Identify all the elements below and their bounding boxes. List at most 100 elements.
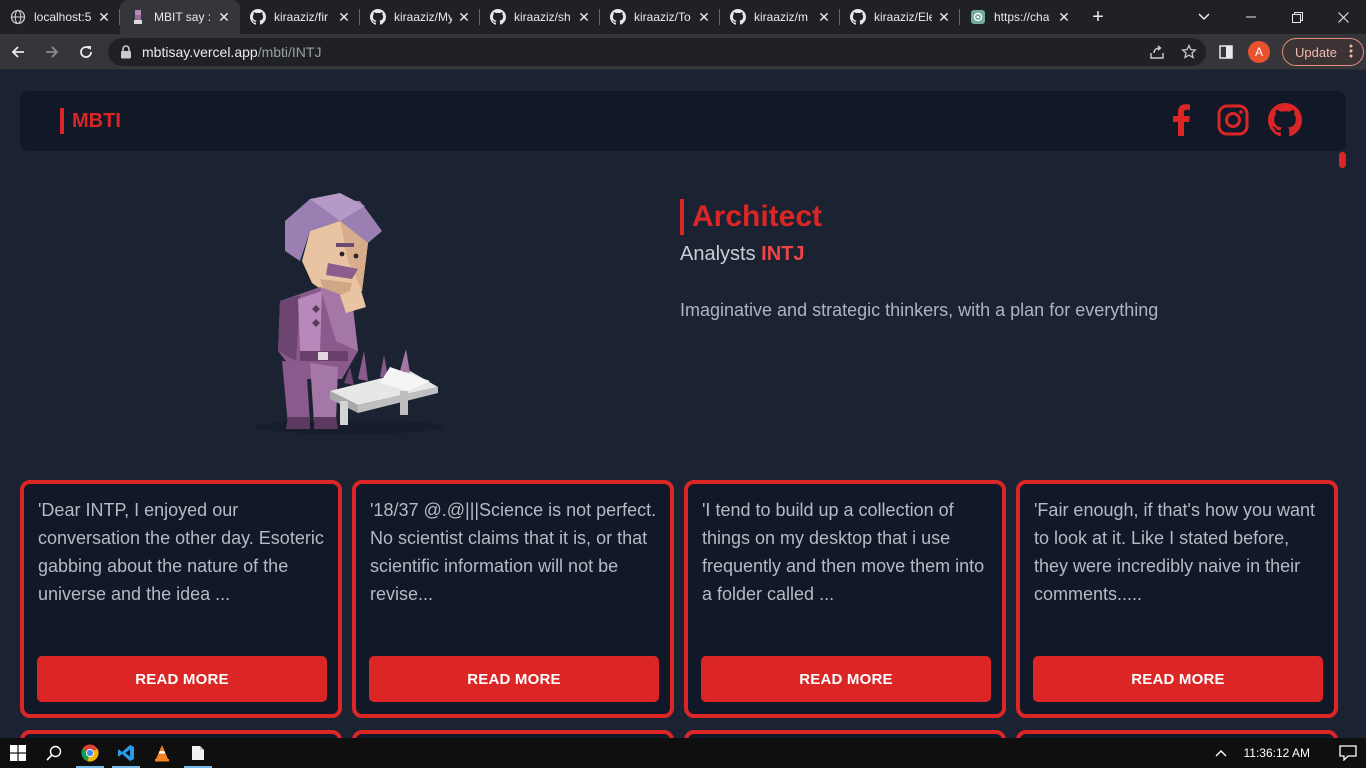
read-more-button[interactable]: READ MORE <box>701 656 991 702</box>
personality-subtitle: Analysts INTJ <box>680 243 1158 266</box>
github-icon <box>850 9 866 25</box>
minimize-window-button[interactable] <box>1228 0 1274 34</box>
taskbar-clock[interactable]: 11:36:12 AM <box>1244 746 1311 760</box>
search-icon <box>46 745 62 761</box>
post-excerpt: 'Dear INTP, I enjoyed our conversation t… <box>38 500 324 604</box>
close-window-button[interactable] <box>1320 0 1366 34</box>
post-card-partial <box>20 730 342 738</box>
github-icon <box>490 9 506 25</box>
side-panel-icon[interactable] <box>1214 38 1238 66</box>
page-content: MBTI Architect Analysts INTJ Imaginative… <box>0 71 1366 738</box>
social-links <box>1164 103 1302 137</box>
scrollbar-thumb[interactable] <box>1339 152 1346 168</box>
github-icon <box>250 9 266 25</box>
browser-tab[interactable]: localhost:5 ✕ <box>0 0 120 34</box>
close-tab-icon[interactable]: ✕ <box>816 9 832 25</box>
vscode-icon <box>118 745 134 761</box>
forward-button[interactable] <box>36 36 68 68</box>
browser-tab[interactable]: kiraaziz/My ✕ <box>360 0 480 34</box>
file-icon <box>192 746 204 760</box>
update-button[interactable]: Update <box>1282 38 1364 66</box>
post-excerpt: 'I tend to build up a collection of thin… <box>702 500 985 604</box>
chat-bubble-icon <box>1339 745 1357 761</box>
tab-title: https://cha <box>994 10 1050 24</box>
architect-illustration <box>240 191 460 441</box>
hero-section: Architect Analysts INTJ Imaginative and … <box>680 199 1158 321</box>
taskbar-vscode-button[interactable] <box>108 738 144 768</box>
instagram-icon[interactable] <box>1216 103 1250 137</box>
more-menu-icon <box>1349 44 1353 61</box>
personality-description: Imaginative and strategic thinkers, with… <box>680 300 1159 320</box>
windows-start-button[interactable] <box>0 738 36 768</box>
star-bookmark-icon[interactable] <box>1180 43 1198 61</box>
read-more-button[interactable]: READ MORE <box>1033 656 1323 702</box>
url-text: mbtisay.vercel.app/mbti/INTJ <box>142 44 321 60</box>
address-bar[interactable]: mbtisay.vercel.app/mbti/INTJ <box>108 38 1206 66</box>
browser-tab[interactable]: kiraaziz/To ✕ <box>600 0 720 34</box>
taskbar-search-button[interactable] <box>36 738 72 768</box>
tab-search-button[interactable] <box>1190 0 1218 34</box>
chevron-down-icon <box>1198 13 1210 21</box>
github-icon[interactable] <box>1268 103 1302 137</box>
window-controls <box>1228 0 1366 34</box>
facebook-icon[interactable] <box>1164 103 1198 137</box>
close-tab-icon[interactable]: ✕ <box>336 9 352 25</box>
personality-group: Analysts <box>680 243 756 265</box>
minimize-icon <box>1246 16 1256 18</box>
notification-center-button[interactable] <box>1330 745 1366 761</box>
close-tab-icon[interactable]: ✕ <box>936 9 952 25</box>
post-cards: 'Dear INTP, I enjoyed our conversation t… <box>20 480 1338 718</box>
chatgpt-icon <box>970 9 986 25</box>
personality-title: Architect <box>680 199 1158 235</box>
profile-avatar[interactable]: A <box>1248 41 1270 63</box>
browser-tab-strip: localhost:5 ✕ MBIT say : ✕ kiraaziz/fir … <box>0 0 1366 34</box>
site-header: MBTI <box>20 91 1346 151</box>
read-more-button[interactable]: READ MORE <box>37 656 327 702</box>
close-tab-icon[interactable]: ✕ <box>456 9 472 25</box>
close-tab-icon[interactable]: ✕ <box>96 9 112 25</box>
tab-title: kiraaziz/fir <box>274 10 329 24</box>
post-cards-next-row <box>20 730 1338 738</box>
share-icon[interactable] <box>1148 43 1166 61</box>
vlc-icon <box>155 745 169 762</box>
reload-button[interactable] <box>70 36 102 68</box>
post-excerpt: 'Fair enough, if that's how you want to … <box>1034 500 1316 604</box>
browser-toolbar: mbtisay.vercel.app/mbti/INTJ A Update <box>0 34 1366 70</box>
post-excerpt: '18/37 @.@|||Science is not perfect. No … <box>370 500 657 604</box>
tab-title: kiraaziz/sh <box>514 10 571 24</box>
reload-icon <box>80 45 92 58</box>
taskbar-notepad-button[interactable] <box>180 738 216 768</box>
post-card-partial <box>352 730 674 738</box>
github-icon <box>370 9 386 25</box>
browser-tab[interactable]: kiraaziz/Ele ✕ <box>840 0 960 34</box>
globe-icon <box>10 9 26 25</box>
browser-tab[interactable]: kiraaziz/sh ✕ <box>480 0 600 34</box>
browser-tab-active[interactable]: MBIT say : ✕ <box>120 0 240 34</box>
tab-title: localhost:5 <box>34 10 92 24</box>
lock-icon[interactable] <box>118 44 134 60</box>
tab-title: kiraaziz/m <box>754 10 809 24</box>
read-more-button[interactable]: READ MORE <box>369 656 659 702</box>
tab-title: kiraaziz/To <box>634 10 691 24</box>
close-tab-icon[interactable]: ✕ <box>576 9 592 25</box>
close-tab-icon[interactable]: ✕ <box>216 9 232 25</box>
arrow-right-icon <box>46 45 59 58</box>
chevron-up-icon <box>1215 750 1226 757</box>
browser-tab[interactable]: https://cha ✕ <box>960 0 1080 34</box>
post-card-partial <box>1016 730 1338 738</box>
browser-tab[interactable]: kiraaziz/fir ✕ <box>240 0 360 34</box>
back-button[interactable] <box>2 36 34 68</box>
new-tab-button[interactable]: + <box>1080 0 1116 34</box>
close-tab-icon[interactable]: ✕ <box>696 9 712 25</box>
post-card: 'Fair enough, if that's how you want to … <box>1016 480 1338 718</box>
show-hidden-icons-button[interactable] <box>1210 749 1232 757</box>
chrome-icon <box>81 744 99 762</box>
close-tab-icon[interactable]: ✕ <box>1056 9 1072 25</box>
restore-icon <box>1291 11 1303 23</box>
restore-window-button[interactable] <box>1274 0 1320 34</box>
tab-title: kiraaziz/Ele <box>874 10 932 24</box>
browser-tab[interactable]: kiraaziz/m ✕ <box>720 0 840 34</box>
taskbar-vlc-button[interactable] <box>144 738 180 768</box>
taskbar-chrome-button[interactable] <box>72 738 108 768</box>
brand-logo[interactable]: MBTI <box>60 108 121 134</box>
